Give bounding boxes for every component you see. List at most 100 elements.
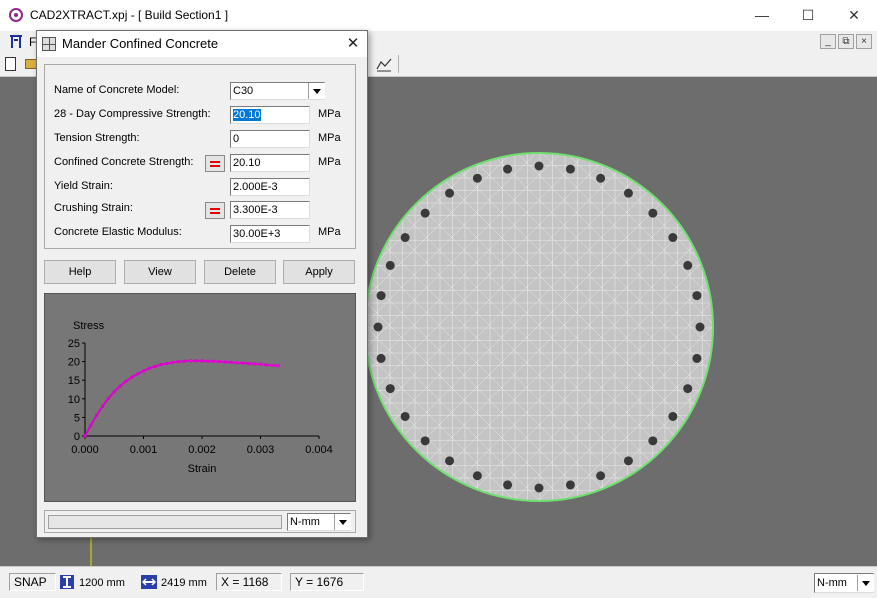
data-point: [188, 359, 192, 363]
rebar-point[interactable]: [648, 208, 658, 218]
confined-strength-label: Confined Concrete Strength:: [54, 156, 194, 168]
data-point: [241, 361, 245, 365]
mdi-restore-icon[interactable]: ⧉: [838, 34, 854, 49]
data-point: [206, 359, 210, 363]
rebar-point[interactable]: [400, 233, 410, 243]
rebar-point[interactable]: [373, 322, 383, 332]
delete-button[interactable]: Delete: [204, 260, 276, 284]
rebar-point[interactable]: [445, 456, 455, 466]
rebar-point[interactable]: [623, 188, 633, 198]
rebar-point[interactable]: [503, 480, 513, 490]
rebar-point[interactable]: [534, 161, 544, 171]
rebar-point[interactable]: [534, 483, 544, 493]
new-file-icon[interactable]: [5, 57, 16, 71]
apply-button[interactable]: Apply: [283, 260, 355, 284]
status-units-select[interactable]: N-mm: [814, 573, 874, 593]
rebar-point[interactable]: [623, 456, 633, 466]
data-point: [130, 375, 134, 379]
chevron-down-icon[interactable]: [334, 514, 351, 530]
data-point: [223, 360, 227, 364]
calc-confined-button[interactable]: [205, 155, 225, 172]
chevron-down-icon[interactable]: [857, 575, 874, 591]
rebar-point[interactable]: [445, 188, 455, 198]
view-button[interactable]: View: [124, 260, 196, 284]
data-point: [95, 413, 99, 417]
rebar-point[interactable]: [596, 173, 606, 183]
y-axis-title: Stress: [73, 320, 105, 332]
compressive-strength-value: 20.10: [233, 109, 261, 121]
data-point: [235, 361, 239, 365]
x-axis-title: Strain: [188, 463, 217, 475]
rebar-point[interactable]: [420, 208, 430, 218]
crushing-strain-value: 3.300E-3: [233, 204, 278, 216]
data-point: [177, 360, 181, 364]
data-point: [171, 360, 175, 364]
dialog-close-icon[interactable]: ✕: [341, 33, 365, 55]
maximize-icon[interactable]: ☐: [785, 0, 831, 31]
data-point: [112, 390, 116, 394]
data-point: [153, 364, 157, 368]
rebar-point[interactable]: [472, 471, 482, 481]
data-point: [136, 372, 140, 376]
x-coordinate: X = 1168: [216, 573, 282, 591]
rebar-point[interactable]: [695, 322, 705, 332]
section-height: 1200 mm: [79, 577, 125, 589]
width-icon-graphic: [141, 578, 157, 586]
mdi-close-icon[interactable]: ×: [856, 34, 872, 49]
rebar-point[interactable]: [683, 384, 693, 394]
elastic-modulus-label: Concrete Elastic Modulus:: [54, 226, 182, 238]
rebar-point[interactable]: [565, 480, 575, 490]
elastic-modulus-unit: MPa: [318, 226, 341, 238]
progress-bar: [48, 515, 282, 529]
rebar-point[interactable]: [385, 384, 395, 394]
rebar-point[interactable]: [503, 164, 513, 174]
yield-strain-label: Yield Strain:: [54, 180, 113, 192]
yield-strain-input[interactable]: 2.000E-3: [230, 178, 310, 196]
elastic-modulus-input[interactable]: 30.00E+3: [230, 225, 310, 243]
model-name-select[interactable]: C30: [230, 82, 325, 100]
rebar-point[interactable]: [400, 411, 410, 421]
data-point: [200, 359, 204, 363]
data-point: [194, 359, 198, 363]
snap-toggle[interactable]: SNAP: [9, 573, 56, 591]
calc-crushing-button[interactable]: [205, 202, 225, 219]
dialog-title: Mander Confined Concrete: [62, 36, 219, 51]
data-point: [182, 359, 186, 363]
mander-dialog: Mander Confined Concrete ✕ Name of Concr…: [36, 30, 368, 538]
app-icon: [9, 8, 23, 22]
rebar-point[interactable]: [683, 260, 693, 270]
rebar-point[interactable]: [376, 353, 386, 363]
chart-plot: [83, 359, 280, 438]
close-icon[interactable]: ✕: [831, 0, 877, 31]
dialog-units-select[interactable]: N-mm: [287, 513, 351, 531]
rebar-point[interactable]: [596, 471, 606, 481]
crushing-strain-input[interactable]: 3.300E-3: [230, 201, 310, 219]
data-point: [218, 360, 222, 364]
x-tick-label: 0.000: [71, 444, 99, 456]
mdi-minimize-icon[interactable]: _: [820, 34, 836, 49]
concrete-section[interactable]: [365, 153, 713, 501]
chart-tool-icon[interactable]: [376, 56, 392, 72]
rebar-point[interactable]: [668, 411, 678, 421]
rebar-point[interactable]: [648, 436, 658, 446]
data-point: [247, 361, 251, 365]
rebar-point[interactable]: [668, 233, 678, 243]
help-button[interactable]: Help: [44, 260, 116, 284]
width-icon: [141, 575, 157, 589]
chevron-down-icon[interactable]: [308, 83, 325, 99]
mdi-document-icon[interactable]: [9, 34, 23, 49]
data-point: [89, 423, 93, 427]
rebar-point[interactable]: [420, 436, 430, 446]
confined-strength-input[interactable]: 20.10: [230, 154, 310, 172]
compressive-strength-input[interactable]: 20.10: [230, 106, 310, 124]
confined-strength-unit: MPa: [318, 156, 341, 168]
rebar-point[interactable]: [472, 173, 482, 183]
tension-strength-input[interactable]: 0: [230, 130, 310, 148]
minimize-icon[interactable]: —: [739, 0, 785, 31]
rebar-point[interactable]: [692, 353, 702, 363]
rebar-point[interactable]: [565, 164, 575, 174]
rebar-point[interactable]: [692, 291, 702, 301]
rebar-point[interactable]: [385, 260, 395, 270]
rebar-point[interactable]: [376, 291, 386, 301]
series-line: [84, 359, 279, 437]
